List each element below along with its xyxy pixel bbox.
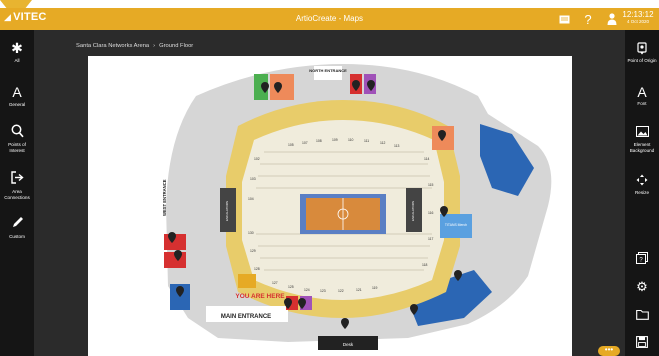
sidebar-item-label: Custom — [9, 234, 25, 239]
section-label: 115 — [428, 183, 434, 187]
header-icons: ? — [557, 12, 619, 27]
section-label: 110 — [348, 138, 354, 142]
sidebar-item-custom[interactable]: Custom — [0, 216, 34, 240]
header-bar: ◢ VITEC ArtioCreate - Maps ? 12:13:12 4 … — [0, 8, 659, 30]
merch-label: TITANS Merch — [445, 223, 467, 227]
letter-a-icon: A — [637, 84, 647, 100]
section-label: 130 — [248, 231, 254, 235]
sidebar-item-label: All — [14, 58, 20, 63]
section-label: 121 — [356, 288, 362, 292]
open-button[interactable] — [625, 309, 659, 323]
notes-icon[interactable] — [557, 12, 571, 26]
tool-element-background[interactable]: Element Background — [625, 126, 659, 154]
right-sidebar: Point of Origin A Font Element Backgroun… — [625, 30, 659, 356]
main-area: Santa Clara Networks Arena › Ground Floo… — [34, 30, 625, 356]
section-label: 127 — [272, 281, 278, 285]
tool-resize[interactable]: Resize — [625, 174, 659, 196]
search-icon — [0, 124, 34, 140]
section-label: 114 — [424, 157, 430, 161]
save-icon — [625, 336, 659, 350]
main-entrance-label: MAIN ENTRANCE — [221, 314, 271, 320]
restroom-orange — [270, 74, 294, 100]
more-options-button[interactable]: ••• — [598, 346, 620, 356]
section-label: 128 — [254, 267, 260, 271]
breadcrumb-separator: › — [153, 43, 156, 49]
pencil-icon — [0, 216, 34, 232]
you-are-here-marker — [238, 274, 256, 288]
section-label: 119 — [372, 286, 378, 290]
arena-map[interactable]: 105 107 108 109 110 111 112 113 127 125 … — [88, 56, 572, 356]
left-sidebar: ✱ All A General Points of Interest Area … — [0, 30, 34, 356]
section-label: 113 — [394, 144, 400, 148]
section-label: 125 — [288, 285, 294, 289]
section-label: 108 — [316, 139, 322, 143]
section-label: 103 — [250, 177, 256, 181]
resize-icon — [625, 174, 659, 188]
top-strip — [0, 0, 659, 8]
sidebar-item-points-of-interest[interactable]: Points of Interest — [0, 124, 34, 154]
top-tab — [0, 0, 32, 8]
settings-button[interactable]: ⚙ — [625, 280, 659, 294]
app-window: ◢ VITEC ArtioCreate - Maps ? 12:13:12 4 … — [0, 0, 659, 356]
tool-point-of-origin[interactable]: Point of Origin — [625, 42, 659, 64]
clock-time: 12:13:12 — [622, 10, 654, 19]
exit-icon — [0, 171, 34, 187]
section-label: 105 — [288, 143, 294, 147]
section-label: 104 — [248, 197, 254, 201]
tool-label: Point of Origin — [627, 58, 657, 63]
section-label: 112 — [380, 141, 386, 145]
sidebar-item-general[interactable]: A General — [0, 84, 34, 108]
folder-icon — [625, 309, 659, 323]
layers-button[interactable]: ? — [625, 252, 659, 266]
north-entrance-label: NORTH ENTRANCE — [309, 68, 347, 73]
breadcrumb: Santa Clara Networks Arena › Ground Floo… — [76, 43, 193, 49]
tool-label: Font — [637, 101, 647, 106]
help-icon[interactable]: ? — [581, 12, 595, 27]
tool-font[interactable]: A Font — [625, 85, 659, 107]
layers-icon: ? — [625, 252, 659, 266]
section-label: 118 — [422, 263, 428, 267]
breadcrumb-venue[interactable]: Santa Clara Networks Arena — [76, 43, 149, 49]
asterisk-icon: ✱ — [11, 40, 23, 56]
tool-label: Element Background — [629, 142, 655, 153]
clock-date: 4 Oct 2020 — [626, 19, 649, 24]
pin-icon — [625, 42, 659, 56]
tool-label: Resize — [634, 190, 650, 195]
section-label: 122 — [338, 289, 344, 293]
section-label: 102 — [254, 157, 260, 161]
sidebar-item-all[interactable]: ✱ All — [0, 40, 34, 64]
sidebar-item-label: Points of Interest — [8, 142, 26, 153]
breadcrumb-floor[interactable]: Ground Floor — [159, 43, 193, 49]
escalator-label: ESCALATORS — [225, 201, 229, 221]
section-label: 109 — [332, 138, 338, 142]
desk-label: Desk — [343, 342, 354, 347]
section-label: 123 — [320, 289, 326, 293]
section-label: 111 — [364, 139, 369, 143]
save-button[interactable] — [625, 336, 659, 350]
sidebar-item-label: Area Connections — [4, 189, 30, 200]
image-icon — [625, 126, 659, 140]
west-entrance-label: WEST ENTRANCE — [162, 179, 167, 216]
user-icon[interactable] — [605, 12, 619, 26]
map-canvas[interactable]: 105 107 108 109 110 111 112 113 127 125 … — [88, 56, 572, 356]
letter-a-icon: A — [12, 84, 22, 100]
sidebar-item-area-connections[interactable]: Area Connections — [0, 171, 34, 201]
sidebar-item-label: General — [8, 102, 26, 107]
section-label: 117 — [428, 237, 434, 241]
you-are-here-label: YOU ARE HERE — [235, 293, 285, 300]
section-label: 107 — [302, 141, 308, 145]
escalator-label: ESCALATORS — [411, 201, 415, 221]
section-label: 129 — [250, 249, 256, 253]
clock: 12:13:12 4 Oct 2020 — [621, 10, 655, 25]
section-label: 116 — [428, 211, 434, 215]
gear-icon: ⚙ — [636, 279, 648, 294]
section-label: 124 — [304, 288, 310, 292]
